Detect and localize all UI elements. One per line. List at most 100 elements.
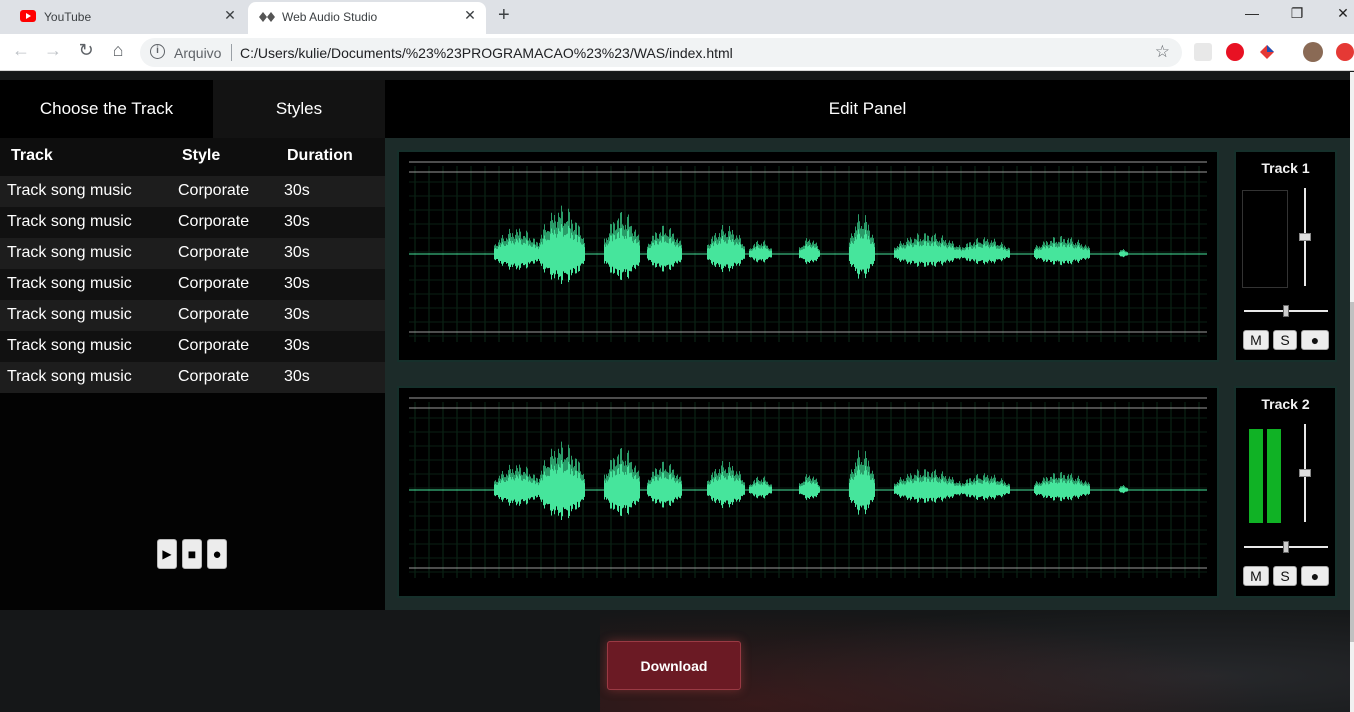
app-nav: Choose the Track Styles Edit Panel [0,80,1350,138]
home-icon[interactable]: ⌂ [107,40,129,61]
address-url[interactable]: C:/Users/kulie/Documents/%23%23PROGRAMAC… [240,45,733,61]
cell-style: Corporate [178,337,250,354]
address-bar[interactable]: i Arquivo C:/Users/kulie/Documents/%23%2… [140,38,1182,67]
cell-duration: 30s [284,368,310,385]
extension-grid-icon[interactable] [1194,43,1212,61]
track-2-waveform[interactable] [397,386,1219,598]
cell-style: Corporate [178,213,250,230]
table-row[interactable]: Track song music Corporate 30s [0,269,385,300]
cell-style: Corporate [178,275,250,292]
stop-button[interactable]: ■ [182,539,202,569]
browser-tab-strip: YouTube ✕ Web Audio Studio ✕ + — ❐ ✕ [0,0,1354,34]
reload-icon[interactable]: ↻ [75,40,97,61]
table-row[interactable]: Track song music Corporate 30s [0,331,385,362]
cell-duration: 30s [284,275,310,292]
pan-slider[interactable] [1244,305,1328,317]
cell-track: Track song music [7,337,132,354]
close-tab-icon[interactable]: ✕ [220,7,240,24]
mute-button[interactable]: M [1243,566,1269,586]
play-icon: ▶ [162,547,172,561]
cell-track: Track song music [7,182,132,199]
level-meter [1242,426,1288,524]
address-separator [231,44,232,61]
table-row[interactable]: Track song music Corporate 30s [0,207,385,238]
extension-diamond-icon[interactable] [1258,43,1276,61]
column-header-duration: Duration [287,147,353,164]
close-window-button[interactable]: ✕ [1333,5,1353,22]
table-row[interactable]: Track song music Corporate 30s [0,300,385,331]
cell-style: Corporate [178,244,250,261]
web-page: Choose the Track Styles Edit Panel Track… [0,72,1350,712]
play-button[interactable]: ▶ [157,539,177,569]
track-1-controls: Track 1 M S ● [1234,150,1337,362]
record-icon: ● [212,545,222,563]
tab-edit-panel[interactable]: Edit Panel [385,80,1350,138]
restore-button[interactable]: ❐ [1287,5,1307,22]
record-button[interactable]: ● [207,539,227,569]
cell-track: Track song music [7,213,132,230]
meter-bar-right [1267,428,1281,523]
track-list-empty-area [0,393,385,610]
pan-slider-handle[interactable] [1283,541,1289,553]
tab-choose-the-track[interactable]: Choose the Track [0,80,213,138]
cell-duration: 30s [284,182,310,199]
close-tab-icon[interactable]: ✕ [460,7,480,24]
browser-tab-youtube[interactable]: YouTube ✕ [8,0,246,34]
record-arm-button[interactable]: ● [1301,330,1329,350]
download-button[interactable]: Download [607,641,741,690]
pan-slider[interactable] [1244,541,1328,553]
new-tab-button[interactable]: + [498,4,510,27]
record-arm-button[interactable]: ● [1301,566,1329,586]
profile-avatar[interactable] [1303,42,1323,62]
volume-slider-handle[interactable] [1299,233,1311,241]
pan-slider-handle[interactable] [1283,305,1289,317]
volume-slider[interactable] [1299,188,1311,286]
cell-track: Track song music [7,244,132,261]
column-header-track: Track [11,147,53,164]
meter-bar-left [1249,428,1263,523]
page-scrollbar[interactable] [1350,72,1354,712]
cell-duration: 30s [284,306,310,323]
address-scheme-label: Arquivo [174,45,222,61]
table-row[interactable]: Track song music Corporate 30s [0,176,385,207]
track-1-waveform[interactable] [397,150,1219,362]
tab-title: Web Audio Studio [282,10,378,24]
cell-style: Corporate [178,368,250,385]
waveform-canvas [409,161,1207,342]
tab-styles[interactable]: Styles [213,80,385,138]
cell-track: Track song music [7,306,132,323]
solo-button[interactable]: S [1273,330,1297,350]
info-icon[interactable]: i [150,44,165,59]
volume-slider-handle[interactable] [1299,469,1311,477]
column-header-style: Style [182,147,221,164]
cell-style: Corporate [178,182,250,199]
track-list-panel: Track Style Duration Track song music Co… [0,138,385,610]
cell-style: Corporate [178,306,250,323]
table-row[interactable]: Track song music Corporate 30s [0,362,385,393]
browser-toolbar: ← → ↻ ⌂ i Arquivo C:/Users/kulie/Documen… [0,34,1354,71]
extension-update-icon[interactable] [1336,43,1354,61]
scrollbar-thumb[interactable] [1350,302,1354,642]
tab-title: YouTube [44,10,92,24]
mute-button[interactable]: M [1243,330,1269,350]
browser-tab-web-audio-studio[interactable]: Web Audio Studio ✕ [248,2,486,34]
bookmark-star-icon[interactable]: ☆ [1155,42,1170,62]
table-row[interactable]: Track song music Corporate 30s [0,238,385,269]
waveform-canvas [409,397,1207,578]
stop-icon: ■ [187,546,197,562]
cell-duration: 30s [284,213,310,230]
volume-slider[interactable] [1299,424,1311,522]
back-icon[interactable]: ← [10,40,32,61]
youtube-icon [20,10,36,22]
forward-icon[interactable]: → [42,40,64,61]
cell-duration: 30s [284,337,310,354]
waveform-icon [259,12,275,22]
edit-panel: Track 1 M S ● Track 2 M S ● [385,138,1350,610]
level-meter [1242,190,1288,288]
cell-track: Track song music [7,368,132,385]
solo-button[interactable]: S [1273,566,1297,586]
extension-opera-icon[interactable] [1226,43,1244,61]
minimize-button[interactable]: — [1242,5,1262,21]
track-2-controls: Track 2 M S ● [1234,386,1337,598]
track-name: Track 2 [1261,396,1310,412]
